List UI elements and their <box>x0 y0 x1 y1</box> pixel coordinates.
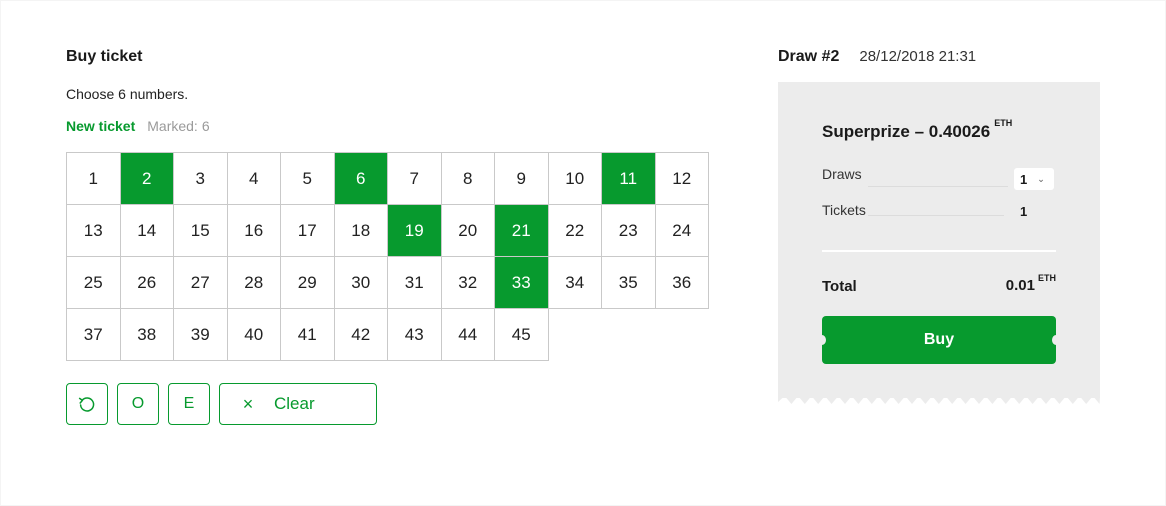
clear-label: Clear <box>274 394 315 413</box>
odd-numbers-button[interactable]: O <box>117 383 159 425</box>
instructions: Choose 6 numbers. <box>66 86 189 102</box>
number-cell-21[interactable]: 21 <box>495 205 549 257</box>
number-cell-25[interactable]: 25 <box>67 257 121 309</box>
buy-ticket-panel: Buy ticket Choose 6 numbers. New ticket … <box>66 46 726 425</box>
draws-select[interactable]: 1 ⌄ <box>1014 168 1054 190</box>
reset-button[interactable] <box>66 383 108 425</box>
number-cell-26[interactable]: 26 <box>120 257 174 309</box>
draws-value: 1 <box>1020 171 1028 187</box>
total-amount: 0.01 <box>1005 277 1035 294</box>
number-cell-44[interactable]: 44 <box>441 309 495 361</box>
tickets-value: 1 <box>1020 204 1028 219</box>
number-cell-6[interactable]: 6 <box>334 153 388 205</box>
draw-title: Draw #2 <box>778 48 840 65</box>
number-cell-3[interactable]: 3 <box>174 153 228 205</box>
number-cell-33[interactable]: 33 <box>495 257 549 309</box>
number-cell-42[interactable]: 42 <box>334 309 388 361</box>
number-cell-15[interactable]: 15 <box>174 205 228 257</box>
number-cell-14[interactable]: 14 <box>120 205 174 257</box>
number-cell-16[interactable]: 16 <box>227 205 281 257</box>
number-cell-27[interactable]: 27 <box>174 257 228 309</box>
marked-label: Marked: <box>147 118 198 134</box>
number-cell-31[interactable]: 31 <box>388 257 442 309</box>
number-cell-34[interactable]: 34 <box>548 257 602 309</box>
ticket-actions: O E × Clear <box>66 383 377 425</box>
receipt-zigzag-edge <box>778 396 1100 404</box>
tickets-leader-line <box>868 215 1004 216</box>
number-cell-38[interactable]: 38 <box>120 309 174 361</box>
number-cell-13[interactable]: 13 <box>67 205 121 257</box>
number-cell-43[interactable]: 43 <box>388 309 442 361</box>
buy-notch-right <box>1052 335 1060 345</box>
number-cell-40[interactable]: 40 <box>227 309 281 361</box>
total-value: 0.01 ETH <box>1005 273 1056 294</box>
number-cell-35[interactable]: 35 <box>602 257 656 309</box>
superprize: Superprize – 0.40026 ETH <box>822 118 1012 142</box>
superprize-currency: ETH <box>994 118 1013 128</box>
number-cell-4[interactable]: 4 <box>227 153 281 205</box>
number-cell-1[interactable]: 1 <box>67 153 121 205</box>
close-icon: × <box>242 393 254 414</box>
number-cell-2[interactable]: 2 <box>120 153 174 205</box>
number-cell-30[interactable]: 30 <box>334 257 388 309</box>
receipt-divider <box>822 250 1056 252</box>
even-numbers-button[interactable]: E <box>168 383 210 425</box>
number-cell-9[interactable]: 9 <box>495 153 549 205</box>
buy-ticket-title: Buy ticket <box>66 48 143 65</box>
number-cell-39[interactable]: 39 <box>174 309 228 361</box>
draw-date: 28/12/2018 21:31 <box>859 48 977 65</box>
number-cell-45[interactable]: 45 <box>495 309 549 361</box>
number-cell-41[interactable]: 41 <box>281 309 335 361</box>
total-label: Total <box>822 278 857 295</box>
number-cell-28[interactable]: 28 <box>227 257 281 309</box>
marked-count: 6 <box>201 118 210 134</box>
superprize-label: Superprize – 0.40026 <box>822 122 991 141</box>
refresh-icon <box>78 397 95 412</box>
number-cell-11[interactable]: 11 <box>602 153 656 205</box>
draws-leader-line <box>868 186 1008 187</box>
number-cell-12[interactable]: 12 <box>655 153 709 205</box>
number-cell-22[interactable]: 22 <box>548 205 602 257</box>
total-currency: ETH <box>1038 273 1056 283</box>
number-cell-18[interactable]: 18 <box>334 205 388 257</box>
number-cell-29[interactable]: 29 <box>281 257 335 309</box>
buy-label: Buy <box>923 331 955 348</box>
tickets-label: Tickets <box>822 202 866 218</box>
chevron-down-icon: ⌄ <box>1037 173 1045 184</box>
ticket-tabs: New ticket Marked: 6 <box>66 118 210 134</box>
number-cell-23[interactable]: 23 <box>602 205 656 257</box>
number-cell-32[interactable]: 32 <box>441 257 495 309</box>
number-cell-37[interactable]: 37 <box>67 309 121 361</box>
ticket-receipt: Superprize – 0.40026 ETH Draws 1 ⌄ Ticke… <box>778 82 1100 398</box>
buy-notch-left <box>818 335 826 345</box>
number-cell-10[interactable]: 10 <box>548 153 602 205</box>
draw-header: Draw #2 28/12/2018 21:31 <box>778 46 976 68</box>
number-cell-17[interactable]: 17 <box>281 205 335 257</box>
marked-counter: Marked: 6 <box>147 118 209 134</box>
number-cell-5[interactable]: 5 <box>281 153 335 205</box>
buy-button[interactable]: Buy <box>818 316 1060 364</box>
number-cell-7[interactable]: 7 <box>388 153 442 205</box>
number-cell-20[interactable]: 20 <box>441 205 495 257</box>
number-cell-24[interactable]: 24 <box>655 205 709 257</box>
clear-button[interactable]: × Clear <box>219 383 377 425</box>
number-cell-8[interactable]: 8 <box>441 153 495 205</box>
number-grid: 1 2 3 4 5 6 7 8 9 10 11 12 13 14 15 16 17 18 19 20 21 22 23 24 2… <box>66 152 709 361</box>
tab-new-ticket[interactable]: New ticket <box>66 118 135 134</box>
draws-label: Draws <box>822 166 862 182</box>
number-cell-19[interactable]: 19 <box>388 205 442 257</box>
number-cell-36[interactable]: 36 <box>655 257 709 309</box>
